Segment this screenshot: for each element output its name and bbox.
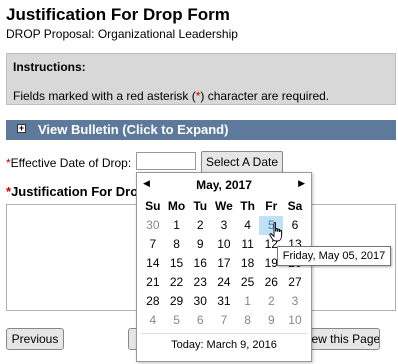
view-bulletin-label[interactable]: View Bulletin (Click to Expand) <box>38 122 228 137</box>
calendar-day[interactable]: 9 <box>188 235 212 254</box>
previous-button[interactable]: Previous <box>6 328 64 350</box>
calendar-week: 21 22 23 24 25 26 27 <box>141 273 307 292</box>
calendar-day[interactable]: 17 <box>212 254 236 273</box>
calendar-day[interactable]: 10 <box>212 235 236 254</box>
calendar-divider <box>141 333 307 334</box>
calendar-day[interactable]: 4 <box>236 216 260 235</box>
calendar-day[interactable]: 23 <box>188 273 212 292</box>
calendar-day[interactable]: 11 <box>236 235 260 254</box>
weekday-label: Sa <box>287 199 303 213</box>
calendar-day[interactable]: 30 <box>188 292 212 311</box>
calendar-day[interactable]: 21 <box>141 273 165 292</box>
calendar-day[interactable]: 18 <box>236 254 260 273</box>
calendar-day[interactable]: 1 <box>165 216 189 235</box>
calendar-day[interactable]: 8 <box>236 311 260 330</box>
calendar-day[interactable]: 25 <box>236 273 260 292</box>
select-date-button[interactable]: Select A Date <box>201 151 283 173</box>
calendar-day[interactable]: 28 <box>141 292 165 311</box>
calendar-day[interactable]: 6 <box>283 216 307 235</box>
effective-date-label: *Effective Date of Drop: <box>6 156 132 170</box>
calendar-day[interactable]: 16 <box>188 254 212 273</box>
hand-cursor-icon <box>269 222 282 242</box>
calendar-day[interactable]: 5 <box>165 311 189 330</box>
calendar-day[interactable]: 3 <box>283 292 307 311</box>
calendar-day[interactable]: 2 <box>188 216 212 235</box>
calendar-day[interactable]: 8 <box>165 235 189 254</box>
calendar-day[interactable]: 7 <box>141 235 165 254</box>
calendar-day[interactable]: 10 <box>283 311 307 330</box>
calendar-day[interactable]: 7 <box>212 311 236 330</box>
page-title: Justification For Drop Form <box>6 5 230 24</box>
calendar-day[interactable]: 22 <box>165 273 189 292</box>
date-picker-calendar: ◀ May, 2017 ▶ Su Mo Tu We Th Fr Sa 30 1 … <box>136 172 312 362</box>
view-bulletin-bar[interactable]: + View Bulletin (Click to Expand) <box>6 120 396 140</box>
calendar-day[interactable]: 27 <box>283 273 307 292</box>
next-month-icon[interactable]: ▶ <box>298 178 305 189</box>
calendar-day[interactable]: 31 <box>212 292 236 311</box>
weekday-label: Mo <box>167 199 186 213</box>
calendar-day[interactable]: 30 <box>141 216 165 235</box>
weekday-label: Fr <box>265 199 278 213</box>
calendar-day[interactable]: 2 <box>259 292 283 311</box>
weekday-label: Tu <box>193 199 208 213</box>
justification-label: *Justification For Dro <box>6 184 136 199</box>
weekday-label: Th <box>240 199 255 213</box>
calendar-day[interactable]: 6 <box>188 311 212 330</box>
expand-plus-icon[interactable]: + <box>17 124 26 133</box>
date-tooltip: Friday, May 05, 2017 <box>277 246 391 266</box>
weekday-header: Su Mo Tu We Th Fr Sa <box>141 197 307 216</box>
calendar-day[interactable]: 4 <box>141 311 165 330</box>
weekday-label: We <box>215 199 233 213</box>
effective-date-input[interactable] <box>136 152 196 170</box>
instructions-text: Fields marked with a red asterisk (*) ch… <box>13 89 330 103</box>
calendar-week: 28 29 30 31 1 2 3 <box>141 292 307 311</box>
calendar-day[interactable]: 3 <box>212 216 236 235</box>
instructions-panel: Instructions: Fields marked with a red a… <box>6 53 396 105</box>
weekday-label: Su <box>145 199 161 213</box>
view-page-button[interactable]: View this Page <box>300 328 380 350</box>
calendar-day[interactable]: 29 <box>165 292 189 311</box>
calendar-day[interactable]: 24 <box>212 273 236 292</box>
page-subtitle: DROP Proposal: Organizational Leadership <box>6 27 238 41</box>
calendar-day[interactable]: 9 <box>259 311 283 330</box>
calendar-week: 4 5 6 7 8 9 10 <box>141 311 307 330</box>
today-link[interactable]: Today: March 9, 2016 <box>137 339 311 351</box>
calendar-day[interactable]: 1 <box>236 292 260 311</box>
calendar-day[interactable]: 14 <box>141 254 165 273</box>
instructions-heading: Instructions: <box>13 60 86 74</box>
calendar-day[interactable]: 26 <box>259 273 283 292</box>
calendar-month-label: May, 2017 <box>196 178 252 192</box>
calendar-day[interactable]: 15 <box>165 254 189 273</box>
